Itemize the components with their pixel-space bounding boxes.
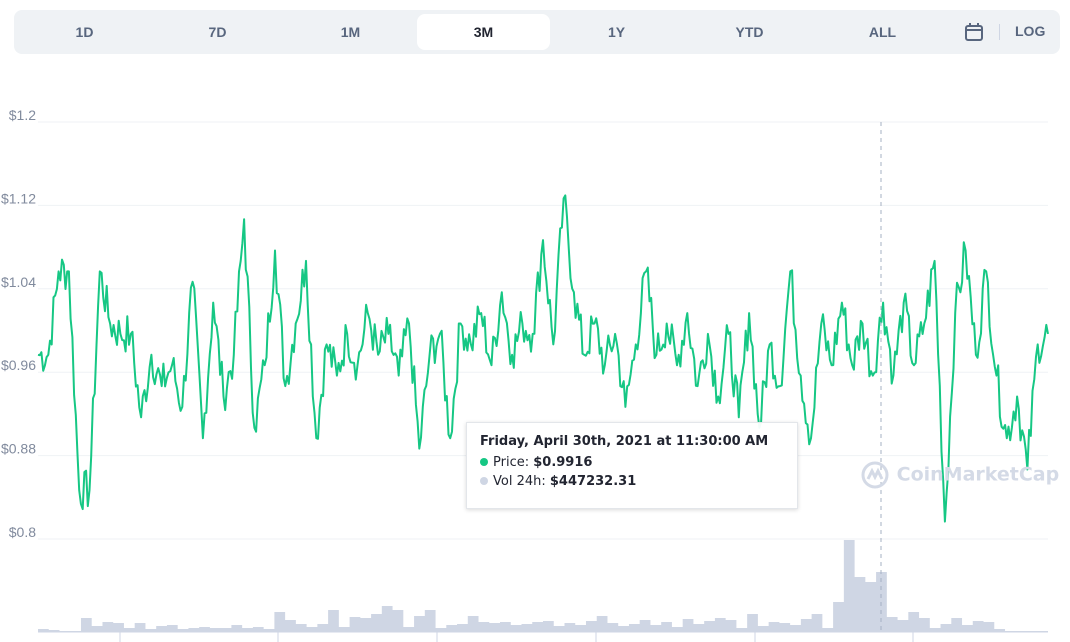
- y-tick-label: $1.2: [9, 107, 36, 123]
- tooltip-volume-row: Vol 24h: $447232.31: [480, 474, 636, 489]
- volume-value: $447232.31: [549, 474, 637, 489]
- y-tick-label: $0.8: [9, 524, 36, 540]
- tooltip: Friday, April 30th, 2021 at 11:30:00 AM …: [466, 422, 798, 509]
- tooltip-price-row: Price: $0.9916: [480, 455, 592, 470]
- tooltip-title: Friday, April 30th, 2021 at 11:30:00 AM: [480, 434, 769, 449]
- coinmarketcap-logo-icon: [861, 461, 889, 489]
- y-tick-label: $0.88: [1, 441, 36, 457]
- y-tick-label: $1.12: [1, 190, 36, 206]
- volume-area: [38, 540, 1048, 632]
- y-tick-label: $0.96: [1, 357, 36, 373]
- price-dot-icon: [480, 458, 488, 466]
- coinmarketcap-watermark: CoinMarketCap: [860, 460, 1059, 490]
- volume-dot-icon: [480, 477, 488, 485]
- y-tick-label: $1.04: [1, 274, 36, 290]
- price-value: $0.9916: [533, 455, 593, 470]
- price-chart: $1.2 $1.12 $1.04 $0.96 $0.88 $0.8: [1, 107, 1049, 642]
